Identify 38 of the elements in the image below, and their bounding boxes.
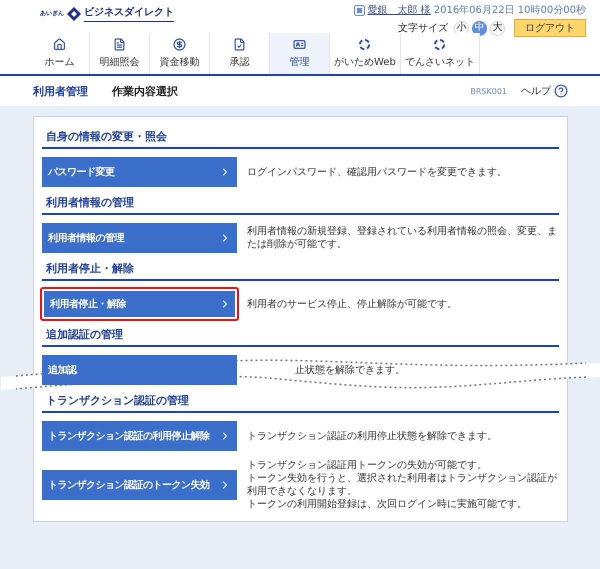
user-name-link[interactable]: 愛銀 太郎 様 (368, 3, 431, 17)
logo-text: ビジネスダイレクト (84, 5, 174, 22)
menu-description: トランザクション認証の利用停止状態を解除できます。 (247, 430, 497, 442)
font-size-label: 文字サイズ (398, 22, 448, 35)
home-icon (53, 38, 66, 51)
login-datetime: 2016年06月22日 10時00分00秒 (434, 4, 586, 17)
screen-id: BRSK001 (470, 86, 507, 96)
id-card-icon (293, 38, 306, 51)
nav-tab[interactable]: 管理 (270, 33, 330, 74)
section-heading: 自身の情報の変更・照会 (42, 121, 559, 149)
dotted-ring-icon (433, 38, 446, 51)
menu-button[interactable]: 利用者停止・解除 (40, 287, 239, 321)
document-check-icon (233, 38, 246, 51)
section-heading: 利用者情報の管理 (42, 187, 559, 215)
section-heading: 追加認証の管理 (42, 319, 559, 347)
help-link[interactable]: ヘルプ (521, 84, 568, 98)
section-title: 利用者管理 (33, 84, 88, 98)
page-title: 作業内容選択 (112, 84, 178, 98)
help-icon (554, 84, 568, 98)
menu-description: 利用者情報の新規登録、登録されている利用者情報の照会、変更、または削除が可能です。 (247, 225, 558, 251)
menu-button[interactable]: 利用者情報の管理 (42, 223, 237, 253)
section-heading: トランザクション認証の管理 (42, 385, 559, 413)
font-size-option[interactable]: 大 (490, 20, 505, 36)
menu-description: 利用者のサービス停止、停止解除が可能です。 (247, 298, 457, 310)
menu-description: ログインパスワード、確認用パスワードを変更できます。 (247, 166, 507, 178)
section-heading: 利用者停止・解除 (42, 253, 559, 281)
menu-button[interactable]: トランザクション認証の利用停止解除 (42, 421, 237, 451)
currency-icon (173, 38, 186, 51)
logo-diamond-icon (67, 6, 81, 20)
menu-description: トランザクション認証用トークンの失効が可能です。 トークン失効を行うと、選択された利用者はトランザクション認証が利用できなくなります。 トークンの利用開始登録は、次回ログイン時に実施可能です。 (247, 459, 558, 511)
menu-button[interactable]: 追加認 (42, 355, 237, 385)
logout-button[interactable]: ログアウト (514, 19, 586, 37)
menu-button[interactable]: パスワード変更 (42, 157, 237, 187)
dotted-ring-icon (358, 38, 372, 51)
menu-description: 止状態を解除できます。 (295, 364, 405, 376)
menu-button[interactable]: トランザクション認証のトークン失効 (42, 470, 237, 500)
document-icon (113, 38, 126, 51)
user-badge-icon (354, 4, 365, 16)
